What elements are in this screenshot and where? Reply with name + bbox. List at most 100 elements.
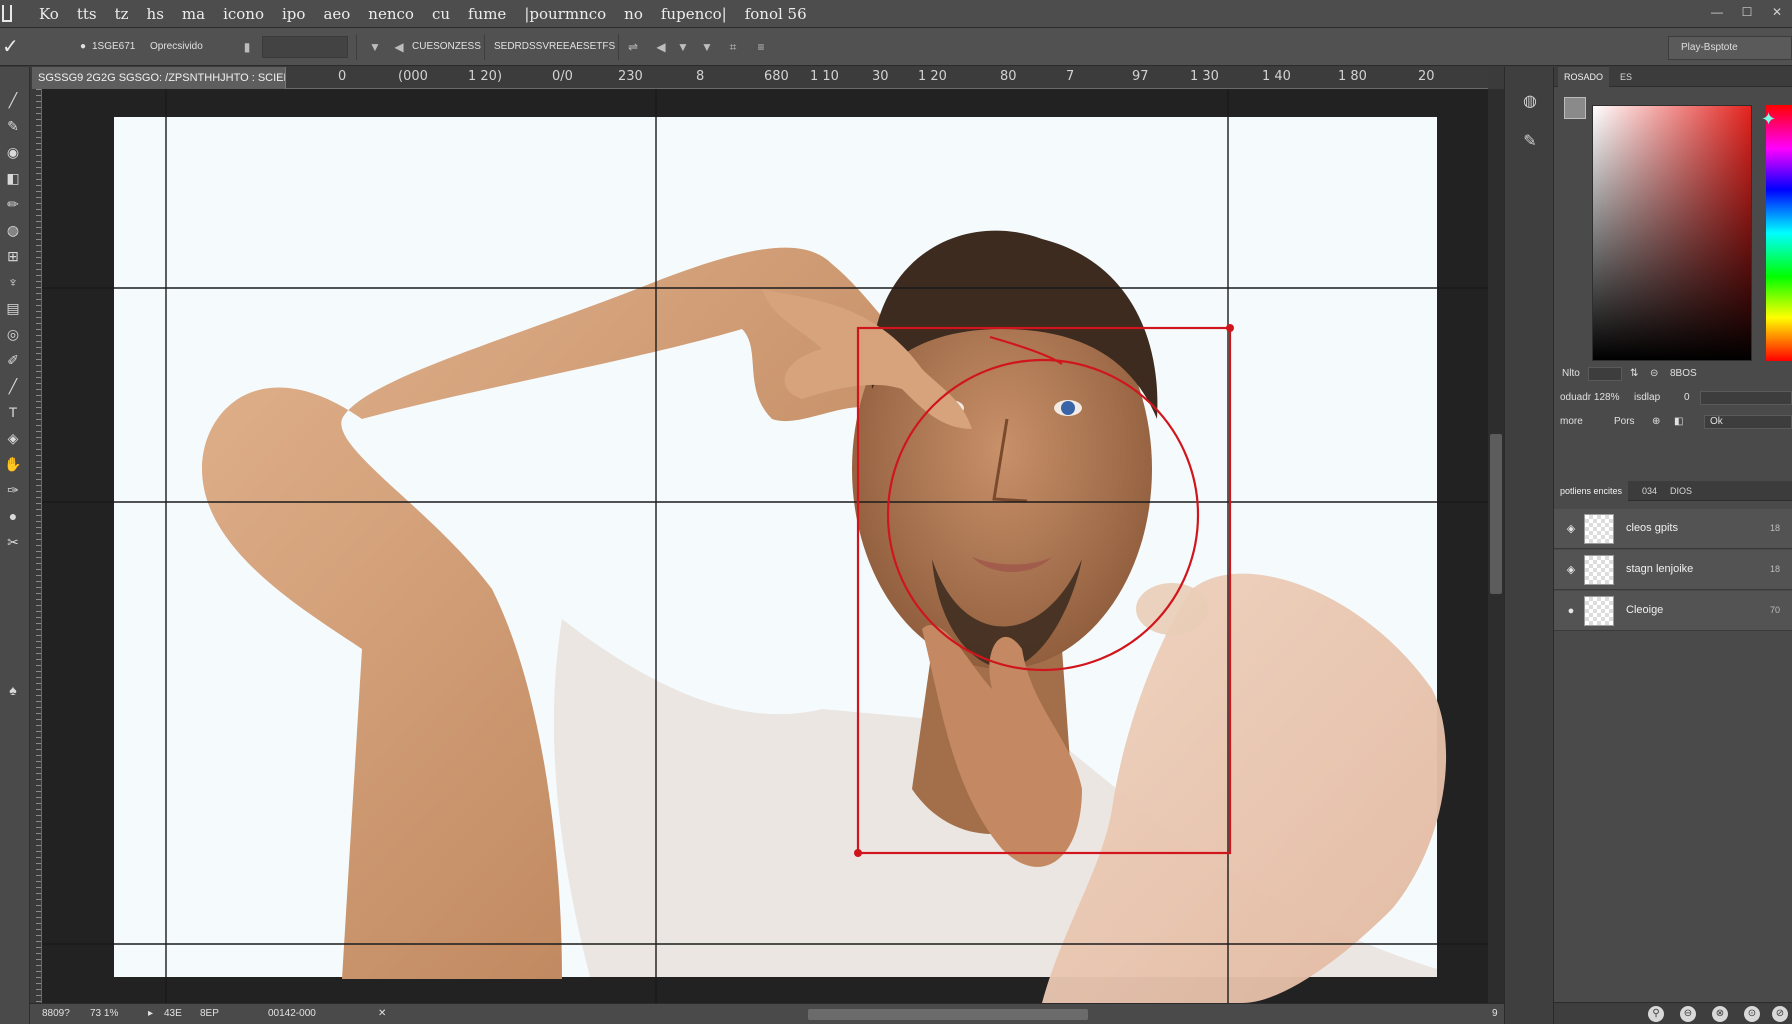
dropdown-icon[interactable]: ▼: [366, 36, 384, 58]
menu-item-10[interactable]: fume: [459, 0, 515, 28]
property-slider[interactable]: [1700, 391, 1792, 405]
document-tab[interactable]: SGSSG9 2G2G SGSGO: /ZPSNTHHJHTO : SCIEE: [32, 67, 286, 89]
menu-item-12[interactable]: no: [615, 0, 652, 28]
zoom-level[interactable]: 73 1%: [90, 1008, 118, 1019]
grid-icon[interactable]: ⌗: [724, 36, 742, 58]
property-label[interactable]: Pors: [1614, 411, 1635, 433]
hand-icon[interactable]: ✋: [2, 453, 24, 475]
canvas-area[interactable]: [42, 89, 1488, 1003]
stamp-icon[interactable]: ⊞: [2, 245, 24, 267]
status-arrow-icon[interactable]: ▸: [148, 1008, 153, 1019]
horizontal-scrollbar[interactable]: [808, 1009, 1088, 1020]
layer-name[interactable]: stagn lenjoike: [1626, 563, 1693, 575]
checkmark-icon[interactable]: ✓: [2, 37, 22, 57]
pen-icon[interactable]: ✎: [2, 115, 24, 137]
tab-layers[interactable]: potliens encites: [1554, 481, 1629, 501]
shape-icon[interactable]: ◈: [2, 427, 24, 449]
lock-icon[interactable]: ⊝: [1650, 363, 1658, 385]
menu-item-9[interactable]: cu: [423, 0, 459, 28]
blur-icon[interactable]: ▤: [2, 297, 24, 319]
app-logo-icon[interactable]: [2, 5, 12, 22]
settings-icon[interactable]: ≡: [752, 36, 770, 58]
delete-layer-icon[interactable]: ⊘: [1772, 1006, 1788, 1022]
menu-item-7[interactable]: aeo: [314, 0, 359, 28]
back-arrow-icon[interactable]: ◀: [390, 36, 408, 58]
size-field[interactable]: [262, 36, 348, 58]
maximize-icon[interactable]: ☐: [1732, 0, 1762, 24]
layer-name[interactable]: cleos gpits: [1626, 522, 1678, 534]
visibility-eye-icon[interactable]: ◈: [1564, 563, 1578, 577]
layer-row[interactable]: ● Cleoige 70: [1554, 591, 1792, 631]
visibility-eye-icon[interactable]: ◈: [1564, 522, 1578, 536]
menu-item-3[interactable]: hs: [138, 0, 173, 28]
workspace-switcher[interactable]: Play-Bsptote: [1668, 36, 1792, 60]
color-picker-field[interactable]: [1592, 105, 1752, 361]
minimize-icon[interactable]: —: [1702, 0, 1732, 24]
pencil-icon[interactable]: ✏: [2, 193, 24, 215]
status-bar: 8809? 73 1% ▸ 43E 8EP 00142-000 ✕ 9: [30, 1003, 1504, 1024]
menu-item-4[interactable]: ma: [173, 0, 214, 28]
menu-item-2[interactable]: tz: [106, 0, 138, 28]
page-icon[interactable]: ▮: [238, 36, 256, 58]
menu-item-0[interactable]: Ko: [30, 0, 68, 28]
property-label[interactable]: more: [1560, 411, 1583, 433]
adjust-icon[interactable]: ⊕: [1652, 411, 1660, 433]
tab-paths[interactable]: DIOS: [1664, 481, 1698, 501]
foreground-swatch-icon[interactable]: [1564, 97, 1586, 119]
tab-channels[interactable]: 034: [1636, 481, 1663, 501]
smudge-icon[interactable]: ╱: [2, 375, 24, 397]
dodge-icon[interactable]: ◎: [2, 323, 24, 345]
history-brush-icon[interactable]: ♆: [2, 271, 24, 293]
align-label[interactable]: SEDRDSSVREEAESETFS: [494, 36, 615, 58]
transform-icon[interactable]: ⇌: [624, 36, 642, 58]
new-layer-icon[interactable]: ⊙: [1744, 1006, 1760, 1022]
mask-icon[interactable]: ⊗: [1712, 1006, 1728, 1022]
mixer-brush-icon[interactable]: ◍: [2, 219, 24, 241]
tab-color[interactable]: ROSADO: [1558, 67, 1610, 87]
combo-label[interactable]: CUESONZESS: [412, 36, 481, 58]
crop-icon[interactable]: ✂: [2, 531, 24, 553]
link-icon[interactable]: ⇅: [1630, 363, 1638, 385]
color-dock-icon[interactable]: ◍: [1517, 89, 1543, 115]
zoom-icon[interactable]: ●: [2, 505, 24, 527]
eyedropper-icon[interactable]: ✑: [2, 479, 24, 501]
triangle-down-icon[interactable]: ▼: [674, 36, 692, 58]
tab-swatches[interactable]: ES: [1614, 67, 1638, 87]
menu-item-11[interactable]: |pourmnco: [515, 0, 615, 28]
menu-item-6[interactable]: ipo: [273, 0, 314, 28]
crop-handle[interactable]: [854, 849, 862, 857]
brush-settings-icon[interactable]: ✎: [1517, 129, 1543, 155]
property-row: Nlto ⇅ ⊝ 8BOS: [1554, 363, 1792, 385]
layer-name[interactable]: Cleoige: [1626, 604, 1663, 616]
menu-item-14[interactable]: fonol 56: [736, 0, 816, 28]
visibility-eye-icon[interactable]: ●: [1564, 604, 1578, 618]
layer-row[interactable]: ◈ cleos gpits 18: [1554, 509, 1792, 549]
triangle-down-icon[interactable]: ▼: [698, 36, 716, 58]
menu-item-8[interactable]: nenco: [359, 0, 423, 28]
menu-item-1[interactable]: tts: [68, 0, 106, 28]
vertical-scrollbar[interactable]: [1488, 89, 1504, 1003]
document-canvas[interactable]: [42, 89, 1488, 1003]
type-icon[interactable]: T: [2, 401, 24, 423]
move-icon[interactable]: ♠: [2, 679, 24, 701]
eraser-icon[interactable]: ◧: [2, 167, 24, 189]
close-icon[interactable]: ✕: [378, 1008, 386, 1019]
hue-slider[interactable]: [1766, 105, 1792, 361]
link-layers-icon[interactable]: ⚲: [1648, 1006, 1664, 1022]
menu-item-5[interactable]: icono: [214, 0, 273, 28]
mode-label[interactable]: Oprecsivido: [150, 36, 203, 58]
hue-marker-icon[interactable]: ✦: [1761, 109, 1776, 130]
preset-label[interactable]: 1SGE671: [92, 36, 135, 58]
lasso-icon[interactable]: ✐: [2, 349, 24, 371]
blend-icon[interactable]: ◧: [1674, 411, 1683, 433]
property-field[interactable]: [1588, 367, 1622, 381]
scrollbar-thumb[interactable]: [1490, 434, 1502, 594]
brush-icon[interactable]: ╱: [2, 89, 24, 111]
close-window-icon[interactable]: ✕: [1762, 0, 1792, 24]
menu-item-13[interactable]: fupenco|: [652, 0, 736, 28]
triangle-left-icon[interactable]: ◀: [652, 36, 670, 58]
layer-row[interactable]: ◈ stagn lenjoike 18: [1554, 550, 1792, 590]
crop-handle[interactable]: [1226, 324, 1234, 332]
layer-style-icon[interactable]: ⊖: [1680, 1006, 1696, 1022]
spot-heal-icon[interactable]: ◉: [2, 141, 24, 163]
